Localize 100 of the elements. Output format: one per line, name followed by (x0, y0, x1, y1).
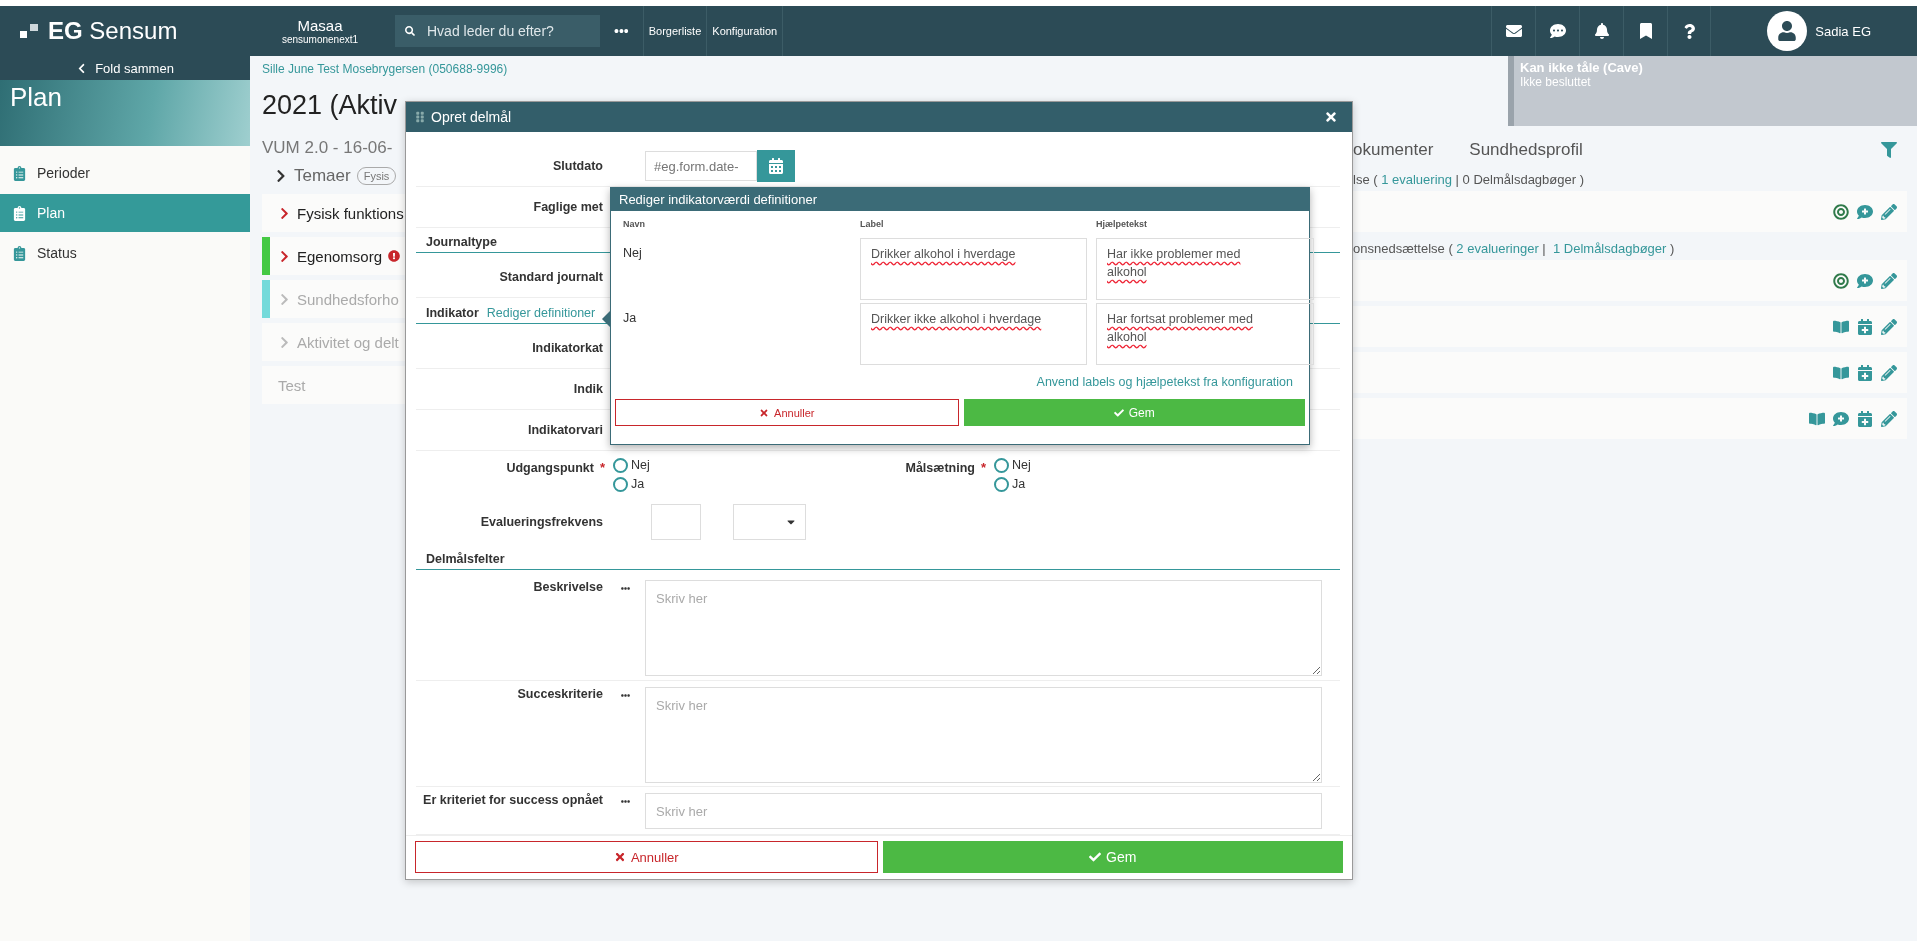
theme-label: Sundhedsforho (297, 290, 399, 308)
calendar-plus-icon[interactable] (1857, 318, 1873, 335)
collapse-button[interactable]: Fold sammen (0, 56, 250, 80)
text-area-field[interactable]: Skriv her (645, 580, 1322, 677)
theme-label: Aktivitet og delt (297, 333, 399, 351)
themes-label: Temaer (294, 166, 351, 186)
clipboard-icon (12, 245, 27, 261)
sidebar-item[interactable]: Status (0, 234, 250, 272)
date-field[interactable]: #eg.form.date- (645, 151, 757, 181)
tab[interactable]: okumenter (1353, 140, 1434, 160)
field-label: Målsætning (905, 460, 975, 475)
target-icon[interactable] (1833, 203, 1849, 220)
pencil-icon[interactable] (1881, 272, 1897, 289)
target-icon[interactable] (1833, 272, 1849, 289)
warning-icon (388, 250, 401, 262)
radio-option[interactable]: Ja (994, 474, 1031, 494)
book-icon[interactable] (1833, 364, 1849, 381)
field-label: Beskrivelse (532, 580, 604, 595)
close-icon (1324, 110, 1338, 124)
comment-plus-icon[interactable] (1857, 272, 1873, 289)
label-field[interactable]: Drikker alkohol i hverdage (860, 238, 1087, 300)
theme-row[interactable]: Egenomsorg (262, 237, 405, 275)
chevron-right-icon (278, 292, 291, 306)
tab[interactable]: Sundhedsprofil (1469, 140, 1583, 160)
column-header: Label (860, 219, 885, 231)
bookmark-icon (1637, 23, 1654, 39)
alert-title: Kan ikke tåle (Cave) (1520, 60, 1644, 75)
organization-name: Masaa (297, 17, 343, 34)
close-icon (613, 851, 626, 863)
goal-caption: onsnedsættelse ( 2 evalueringer | 1 Delmålsdagbøger ) (1353, 241, 1676, 256)
number-field[interactable] (651, 503, 701, 540)
field-label: Slutdato (552, 159, 604, 173)
cancel-button[interactable]: Annuller (415, 841, 878, 873)
close-icon (759, 407, 770, 418)
check-icon (1089, 851, 1102, 863)
radio-option[interactable]: Ja (613, 474, 650, 494)
pencil-icon[interactable] (1881, 364, 1897, 381)
pencil-icon[interactable] (1881, 410, 1897, 427)
section-title: Delmålsfelter (426, 552, 505, 567)
text-area-field[interactable]: Skriv her (645, 686, 1322, 783)
theme-label: Fysisk funktions (297, 204, 404, 222)
field-label: Indikatorvari (526, 422, 604, 437)
check-icon (1113, 407, 1124, 418)
user-menu[interactable]: Sadia EG (1761, 10, 1877, 52)
theme-label: Test (278, 376, 306, 394)
help-text-field[interactable]: Har fortsat problemer med alkohol (1096, 303, 1314, 365)
more-button[interactable]: ••• (600, 23, 643, 39)
calendar-plus-icon[interactable] (1857, 364, 1873, 381)
comment-plus-icon[interactable] (1857, 203, 1873, 220)
value-name: Ja (623, 310, 638, 327)
column-header: Navn (623, 219, 646, 231)
calendar-plus-icon[interactable] (1857, 410, 1873, 427)
radio-option[interactable]: Nej (994, 455, 1031, 475)
edit-definitions-link[interactable]: Rediger definitioner (486, 305, 596, 320)
required-mark: * (980, 459, 986, 475)
calendar-button[interactable] (757, 150, 795, 182)
page-title: Plan (10, 82, 63, 112)
help-text-field[interactable]: Har ikke problemer med alkohol (1096, 238, 1314, 300)
plan-title: 2021 (Aktiv (262, 90, 398, 121)
section-title: Indikator (426, 305, 479, 320)
search-field[interactable]: Hvad leder du efter? (395, 15, 600, 47)
section-title: Journaltype (426, 235, 497, 250)
value-name: Nej (623, 245, 643, 262)
field-label: Indik (572, 381, 604, 396)
more-icon[interactable] (620, 797, 630, 806)
search-input[interactable]: Hvad leder du efter? (425, 22, 590, 40)
field-label: Standard journalt (498, 270, 604, 285)
radio-option[interactable]: Nej (613, 455, 650, 475)
dialog-title: Opret delmål (431, 109, 513, 125)
sidebar-item[interactable]: Perioder (0, 154, 250, 192)
avatar-icon (1767, 11, 1808, 51)
field-label: Udgangspunkt (506, 460, 594, 475)
pencil-icon[interactable] (1881, 318, 1897, 335)
pencil-icon[interactable] (1881, 203, 1897, 220)
clipboard-icon (12, 165, 27, 181)
book-icon[interactable] (1809, 410, 1825, 427)
popup-title: Rediger indikatorværdi definitioner (611, 188, 1309, 211)
drag-handle-icon[interactable] (414, 111, 426, 123)
required-mark: * (599, 459, 605, 475)
chevron-right-icon (278, 206, 291, 220)
search-icon (405, 24, 415, 38)
calendar-icon (768, 158, 784, 174)
organization-subtitle: sensumonenext1 (281, 34, 359, 45)
alert-status: Ikke besluttet (1520, 75, 1592, 89)
theme-row[interactable]: Fysisk funktions (262, 194, 405, 232)
field-label: Evalueringsfrekvens (479, 514, 604, 529)
plan-subtitle: VUM 2.0 - 16-06- (262, 138, 393, 158)
filter-icon[interactable] (1881, 142, 1897, 158)
cancel-button[interactable]: Annuller (615, 399, 959, 426)
column-header: Hjælpetekst (1096, 219, 1149, 231)
field-label: Faglige met (532, 200, 604, 214)
comment-plus-icon[interactable] (1833, 410, 1849, 427)
theme-label: Egenomsorg (297, 247, 383, 265)
logo-text: EG Sensum (48, 17, 178, 45)
logo-icon (20, 24, 38, 38)
apply-config-link[interactable]: Anvend labels og hjælpetekst fra konfiguration (1036, 375, 1293, 389)
goal-caption: lse ( 1 evaluering | 0 Delmålsdagbøger ) (1353, 172, 1585, 187)
text-area-field[interactable]: Skriv her (645, 793, 1322, 829)
book-icon[interactable] (1833, 318, 1849, 335)
label-field[interactable]: Drikker ikke alkohol i hverdage (860, 303, 1087, 365)
